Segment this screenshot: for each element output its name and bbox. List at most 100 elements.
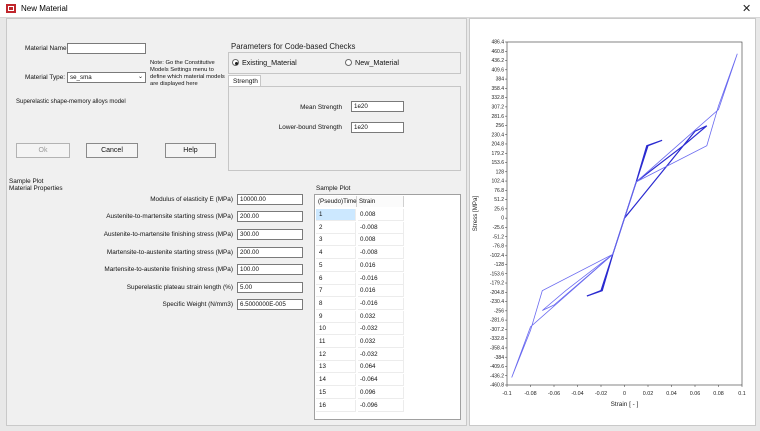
column-header-time[interactable]: (Pseudo)Time xyxy=(316,196,357,207)
material-type-select[interactable]: se_sma ⌄ xyxy=(67,72,146,83)
code-checks-title: Parameters for Code-based Checks xyxy=(231,42,356,51)
time-cell[interactable]: 16 xyxy=(316,399,356,412)
time-cell[interactable]: 14 xyxy=(316,374,356,387)
material-name-input[interactable] xyxy=(67,43,146,54)
time-cell[interactable]: 12 xyxy=(316,348,356,361)
y-tick-label: -281.6 xyxy=(490,318,504,324)
strain-cell[interactable]: 0.008 xyxy=(358,209,404,221)
time-cell[interactable]: 4 xyxy=(316,247,356,260)
title-bar xyxy=(0,0,760,18)
time-cell[interactable]: 8 xyxy=(316,297,356,310)
strain-cell[interactable]: -0.008 xyxy=(358,221,404,234)
table-row[interactable]: 5 0.016 xyxy=(316,259,404,273)
strain-cell[interactable]: 0.096 xyxy=(358,386,404,399)
prop-input-m2a-start[interactable]: 200.00 xyxy=(237,247,303,258)
time-cell[interactable]: 3 xyxy=(316,234,356,247)
x-tick-label: 0 xyxy=(623,391,626,397)
time-cell[interactable]: 1 xyxy=(316,209,356,221)
strain-cell[interactable]: -0.016 xyxy=(358,297,404,310)
y-tick-label: 281.6 xyxy=(491,114,504,120)
time-cell[interactable]: 6 xyxy=(316,272,356,285)
column-header-strain[interactable]: Strain xyxy=(357,196,404,207)
y-tick-label: 102.4 xyxy=(491,179,504,185)
prop-label-a2m-start: Austenite-to-martensite starting stress … xyxy=(106,213,233,220)
table-row[interactable]: 2 -0.008 xyxy=(316,221,404,235)
y-tick-label: -307.2 xyxy=(490,327,504,333)
table-row[interactable]: 13 0.064 xyxy=(316,361,404,374)
y-tick-label: -384 xyxy=(494,355,504,361)
mean-strength-input[interactable]: 1e20 xyxy=(351,101,404,112)
strain-cell[interactable]: 0.032 xyxy=(358,336,404,348)
time-cell[interactable]: 2 xyxy=(316,221,356,234)
new-material-radio[interactable] xyxy=(345,59,352,66)
strain-cell[interactable]: 0.016 xyxy=(358,259,404,272)
y-tick-label: -153.6 xyxy=(490,271,504,277)
y-tick-label: 0 xyxy=(501,216,504,222)
y-tick-label: -460.8 xyxy=(490,383,504,389)
x-tick-label: 0.06 xyxy=(690,391,701,397)
prop-input-m2a-finish[interactable]: 100.00 xyxy=(237,264,303,275)
prop-label-m2a-start: Martensite-to-austenite starting stress … xyxy=(106,249,233,256)
strain-cell[interactable]: -0.032 xyxy=(358,348,404,361)
time-cell[interactable]: 5 xyxy=(316,259,356,272)
prop-input-a2m-start[interactable]: 200.00 xyxy=(237,211,303,222)
close-icon[interactable]: ✕ xyxy=(742,2,751,15)
y-tick-label: -436.2 xyxy=(490,373,504,379)
table-row[interactable]: 15 0.096 xyxy=(316,386,404,400)
lower-bound-strength-input[interactable]: 1e20 xyxy=(351,122,404,133)
time-cell[interactable]: 11 xyxy=(316,336,356,348)
table-row[interactable]: 14 -0.064 xyxy=(316,374,404,387)
strain-cell[interactable]: -0.008 xyxy=(358,247,404,260)
prop-label-plateau: Superelastic plateau strain length (%) xyxy=(126,284,233,291)
table-row[interactable]: 10 -0.032 xyxy=(316,323,404,336)
prop-input-modulus[interactable]: 10000.00 xyxy=(237,194,303,205)
strain-cell[interactable]: -0.016 xyxy=(358,272,404,285)
time-cell[interactable]: 9 xyxy=(316,310,356,323)
sample-table[interactable]: (Pseudo)Time Strain 1 0.008 2 -0.008 3 0.008 4… xyxy=(314,194,461,420)
sample-table-title: Sample Plot xyxy=(316,185,351,192)
time-cell[interactable]: 13 xyxy=(316,361,356,374)
lower-bound-strength-label: Lower-bound Strength xyxy=(278,124,342,131)
chevron-down-icon: ⌄ xyxy=(137,74,143,80)
prop-input-specific-weight[interactable]: 6.5000000E-005 xyxy=(237,299,303,310)
time-cell[interactable]: 7 xyxy=(316,285,356,298)
y-tick-label: 307.2 xyxy=(491,104,504,110)
y-tick-label: -230.4 xyxy=(490,299,504,305)
new-material-label: New_Material xyxy=(355,58,399,67)
time-cell[interactable]: 15 xyxy=(316,386,356,399)
help-button[interactable]: Help xyxy=(165,143,216,158)
time-cell[interactable]: 10 xyxy=(316,323,356,336)
prop-input-plateau[interactable]: 5.00 xyxy=(237,282,303,293)
strain-cell[interactable]: -0.032 xyxy=(358,323,404,336)
table-row[interactable]: 11 0.032 xyxy=(316,336,404,349)
x-tick-label: -0.04 xyxy=(571,391,583,397)
y-tick-label: -409.6 xyxy=(490,364,504,370)
table-row[interactable]: 1 0.008 xyxy=(316,209,404,222)
existing-material-radio[interactable] xyxy=(232,59,239,66)
table-row[interactable]: 4 -0.008 xyxy=(316,247,404,260)
table-row[interactable]: 6 -0.016 xyxy=(316,272,404,286)
ok-button[interactable]: Ok xyxy=(16,143,70,158)
y-tick-label: 460.8 xyxy=(491,49,504,55)
table-row[interactable]: 16 -0.096 xyxy=(316,399,404,413)
table-row[interactable]: 12 -0.032 xyxy=(316,348,404,362)
y-tick-label: -25.6 xyxy=(493,225,505,231)
cancel-button[interactable]: Cancel xyxy=(86,143,138,158)
prop-input-a2m-finish[interactable]: 300.00 xyxy=(237,229,303,240)
note-text: Note: Go the Constitutive Models Setting… xyxy=(150,60,225,87)
y-tick-label: -128 xyxy=(494,262,504,268)
prop-label-a2m-finish: Austenite-to-martensite finishing stress… xyxy=(103,231,233,238)
sample-plot-header: Sample Plot xyxy=(9,178,44,185)
table-row[interactable]: 9 0.032 xyxy=(316,310,404,324)
table-row[interactable]: 7 0.016 xyxy=(316,285,404,298)
strain-cell[interactable]: 0.064 xyxy=(358,361,404,374)
strain-cell[interactable]: 0.032 xyxy=(358,310,404,323)
strain-cell[interactable]: 0.008 xyxy=(358,234,404,247)
strain-cell[interactable]: -0.064 xyxy=(358,374,404,387)
table-row[interactable]: 8 -0.016 xyxy=(316,297,404,311)
table-row[interactable]: 3 0.008 xyxy=(316,234,404,247)
strain-cell[interactable]: 0.016 xyxy=(358,285,404,298)
strain-cell[interactable]: -0.096 xyxy=(358,399,404,412)
x-axis-title: Strain [ - ] xyxy=(611,401,639,408)
x-tick-label: 0.08 xyxy=(713,391,724,397)
